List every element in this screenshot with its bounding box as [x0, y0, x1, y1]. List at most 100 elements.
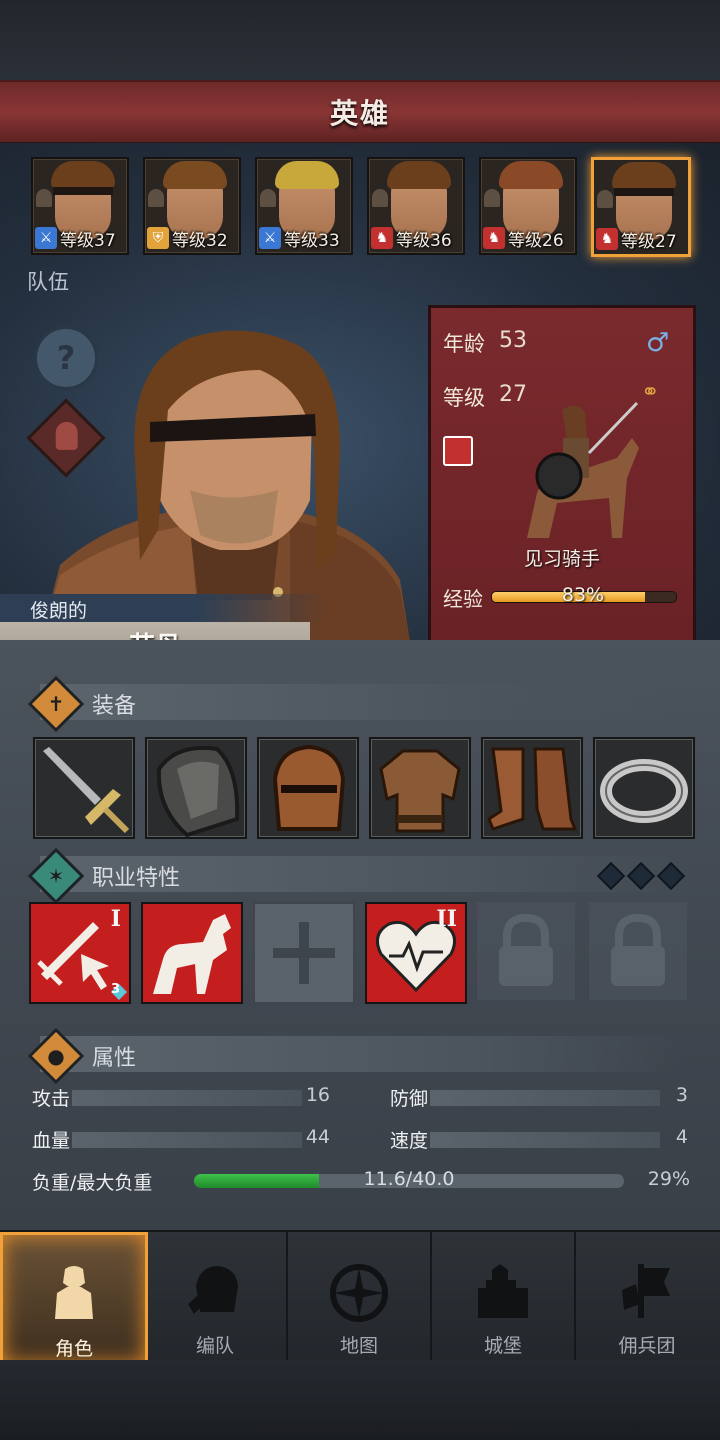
stat-defense: 防御 3	[390, 1082, 690, 1112]
weapon-slot[interactable]	[33, 737, 135, 839]
trait-attack[interactable]: I 3	[29, 902, 131, 1004]
cross-icon: ✝	[47, 692, 65, 716]
stat-bar	[430, 1090, 660, 1106]
eyepatch	[614, 188, 674, 196]
hero-card[interactable]: ♞ 等级27	[591, 157, 691, 257]
hero-level: 等级33	[284, 231, 340, 251]
stat-bar	[430, 1132, 660, 1148]
person-icon: ●	[47, 1044, 65, 1068]
stat-label: 负重/最大负重	[32, 1172, 153, 1194]
trait-empty-slot[interactable]	[253, 902, 355, 1004]
exp-label: 经验	[443, 587, 483, 611]
hero-card[interactable]: ⛨ 等级32	[143, 157, 241, 255]
hero-figure-icon	[484, 189, 500, 207]
lock-icon	[499, 913, 553, 986]
equipment-section-title: 装备	[92, 694, 137, 719]
sword-icon: ⚔	[259, 227, 281, 249]
sword-icon: ⚔	[35, 227, 57, 249]
hero-card[interactable]: ♞ 等级36	[367, 157, 465, 255]
nav-label: 城堡	[483, 1335, 522, 1357]
stat-hp: 血量 44	[32, 1124, 332, 1154]
hero-card[interactable]: ⚔ 等级37	[31, 157, 129, 255]
nav-label: 角色	[54, 1338, 93, 1360]
attributes-section-title: 属性	[92, 1046, 137, 1071]
horse-icon: ♞	[483, 227, 505, 249]
compass-icon	[330, 1264, 388, 1322]
hero-level: 等级37	[60, 231, 116, 251]
trait-horse[interactable]	[141, 902, 243, 1004]
eyepatch	[53, 187, 113, 195]
stat-value: 44	[305, 1126, 330, 1148]
male-icon: ♂	[646, 328, 670, 358]
helmet-slot[interactable]	[257, 737, 359, 839]
trait-tier: II	[436, 906, 457, 932]
nav-tab-castle[interactable]: 城堡	[432, 1232, 576, 1360]
star-icon: ✶	[47, 864, 65, 888]
header-bar: 英雄	[0, 80, 720, 145]
nav-tab-map[interactable]: 地图	[288, 1232, 432, 1360]
level-label: 等级	[443, 386, 485, 410]
age-label: 年龄	[443, 332, 485, 356]
bottom-band	[0, 1360, 720, 1440]
hero-level: 等级36	[396, 231, 452, 251]
castle-icon	[478, 1264, 528, 1318]
hero-level: 等级27	[621, 232, 677, 252]
nav-label: 编队	[195, 1335, 234, 1357]
stat-value: 4	[675, 1126, 688, 1148]
page-title: 英雄	[329, 97, 390, 130]
nav-label: 佣兵团	[618, 1335, 676, 1357]
cross-placeholder-icon	[273, 922, 335, 984]
hero-title: 俊朗的	[30, 600, 88, 622]
hero-roster: ⚔ 等级37 ⛨ 等级32 ⚔ 等级33 ♞ 等级36 ♞ 等级26 ♞ 等级27	[0, 143, 720, 263]
boots-slot[interactable]	[481, 737, 583, 839]
boots-icon	[487, 747, 578, 831]
knight-on-horse-icon	[527, 401, 639, 538]
team-label: 队伍	[27, 270, 69, 294]
hero-figure-icon	[36, 189, 52, 207]
ring-slot[interactable]	[593, 737, 695, 839]
class-name: 见习骑手	[523, 548, 600, 570]
stat-value: 16	[305, 1084, 330, 1106]
horse-icon: ♞	[596, 228, 618, 250]
hero-hair	[275, 161, 339, 189]
trait-level-badge: 3	[111, 982, 121, 997]
hero-hair	[163, 161, 227, 189]
stat-speed: 速度 4	[390, 1124, 690, 1154]
hero-stats-banner: 年龄 53 ♂ 等级 27 ⚭ 见习骑手 经验 83%	[428, 305, 696, 643]
stat-label: 血量	[32, 1130, 71, 1152]
shield-icon: ⛨	[147, 227, 169, 249]
trait-heart[interactable]: II	[365, 902, 467, 1004]
hero-level: 等级26	[508, 231, 564, 251]
helmet-icon	[188, 1266, 238, 1314]
horse-icon	[153, 914, 231, 994]
trait-locked-slot	[589, 902, 687, 1000]
nav-tab-formation[interactable]: 编队	[144, 1232, 288, 1360]
shield-icon	[156, 745, 240, 837]
hero-figure-icon	[372, 189, 388, 207]
stat-bar	[72, 1132, 302, 1148]
hero-figure-icon	[148, 189, 164, 207]
stat-label: 速度	[390, 1130, 429, 1152]
armor-slot[interactable]	[369, 737, 471, 839]
horse-icon: ♞	[371, 227, 393, 249]
hero-level: 等级32	[172, 231, 228, 251]
exp-percent: 83%	[561, 584, 605, 606]
load-value: 11.6/40.0	[363, 1168, 455, 1190]
hero-hair	[499, 161, 563, 189]
sword-icon	[43, 747, 130, 834]
age-value: 53	[499, 328, 527, 353]
nav-label: 地图	[339, 1335, 378, 1357]
ring-icon	[600, 759, 688, 823]
hero-card[interactable]: ⚔ 等级33	[255, 157, 353, 255]
stat-bar	[72, 1090, 302, 1106]
nav-tab-mercenary[interactable]: 佣兵团	[576, 1232, 718, 1360]
nav-tab-character[interactable]: 角色	[0, 1232, 148, 1366]
hero-hair	[51, 161, 115, 189]
banner-icon	[622, 1264, 670, 1318]
stat-value: 3	[675, 1084, 688, 1106]
traits-section-title: 职业特性	[92, 866, 181, 891]
hero-card[interactable]: ♞ 等级26	[479, 157, 577, 255]
shield-slot[interactable]	[145, 737, 247, 839]
armor-icon	[379, 749, 461, 833]
trait-locked-slot	[477, 902, 575, 1000]
